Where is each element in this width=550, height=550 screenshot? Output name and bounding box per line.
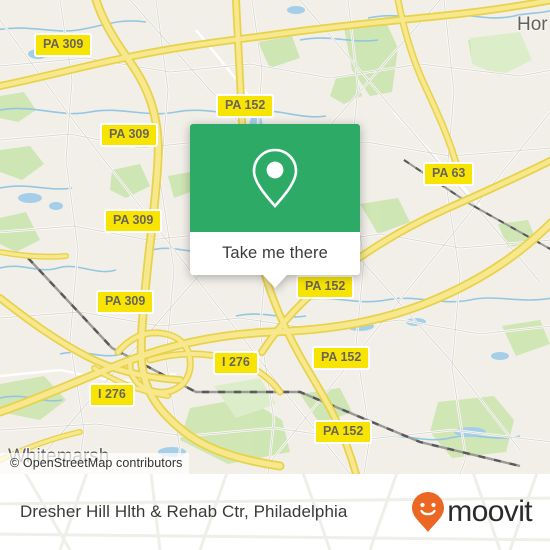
road-shield[interactable]: PA 152: [216, 94, 275, 118]
road-shield[interactable]: PA 63: [423, 162, 475, 186]
moovit-map-screenshot: PA 309 PA 152 PA 309 PA 63 PA 309 PA 309…: [0, 0, 550, 550]
popup-header: [190, 124, 360, 232]
road-shield[interactable]: I 276: [213, 351, 259, 375]
moovit-logo[interactable]: moovit: [411, 491, 533, 533]
moovit-pin-smiley-icon: [412, 492, 445, 532]
location-pin-icon: [252, 148, 298, 208]
road-shield[interactable]: I 276: [89, 383, 135, 407]
road-shield[interactable]: PA 309: [104, 209, 163, 233]
road-shield[interactable]: PA 152: [314, 420, 373, 444]
location-title: Dresher Hill Hlth & Rehab Ctr, Philadelp…: [20, 502, 348, 521]
map-canvas[interactable]: PA 309 PA 152 PA 309 PA 63 PA 309 PA 309…: [0, 0, 550, 474]
road-shield[interactable]: PA 309: [96, 290, 155, 314]
place-label-horsham: Hor: [517, 14, 548, 35]
osm-attribution[interactable]: © OpenStreetMap contributors: [0, 453, 189, 474]
popup-tail-pointer: [263, 275, 287, 288]
road-shield[interactable]: PA 152: [312, 346, 371, 370]
road-shield[interactable]: PA 309: [34, 33, 93, 57]
footer-bar: Dresher Hill Hlth & Rehab Ctr, Philadelp…: [0, 474, 550, 550]
location-popup-card[interactable]: Take me there: [190, 124, 360, 288]
take-me-there-button[interactable]: Take me there: [190, 232, 360, 275]
road-shield[interactable]: PA 309: [100, 123, 159, 147]
road-shield[interactable]: PA 152: [296, 275, 355, 299]
take-me-there-label: Take me there: [222, 244, 328, 262]
moovit-wordmark: moovit: [447, 495, 532, 528]
